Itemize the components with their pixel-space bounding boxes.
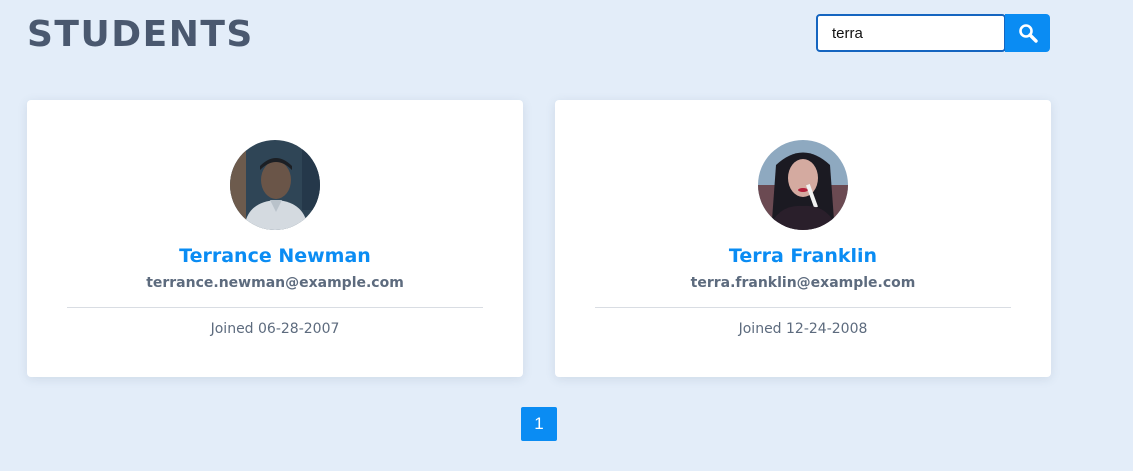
- search-input[interactable]: [816, 14, 1006, 52]
- joined-date: Joined 12-24-2008: [738, 321, 868, 337]
- avatar: [758, 140, 848, 230]
- divider: [67, 307, 483, 308]
- student-email: terrance.newman@example.com: [146, 275, 404, 291]
- search-button[interactable]: [1005, 14, 1050, 52]
- avatar: [230, 140, 320, 230]
- student-card: Terrance Newman terrance.newman@example.…: [27, 100, 523, 377]
- joined-date: Joined 06-28-2007: [210, 321, 340, 337]
- page-title: STUDENTS: [27, 14, 254, 55]
- student-email: terra.franklin@example.com: [690, 275, 916, 291]
- student-name[interactable]: Terra Franklin: [555, 245, 1051, 267]
- search-icon: [1018, 24, 1038, 43]
- student-card: Terra Franklin terra.franklin@example.co…: [555, 100, 1051, 377]
- student-name[interactable]: Terrance Newman: [27, 245, 523, 267]
- divider: [595, 307, 1011, 308]
- search-bar: [816, 14, 1050, 52]
- pagination-page-1[interactable]: 1: [521, 407, 557, 441]
